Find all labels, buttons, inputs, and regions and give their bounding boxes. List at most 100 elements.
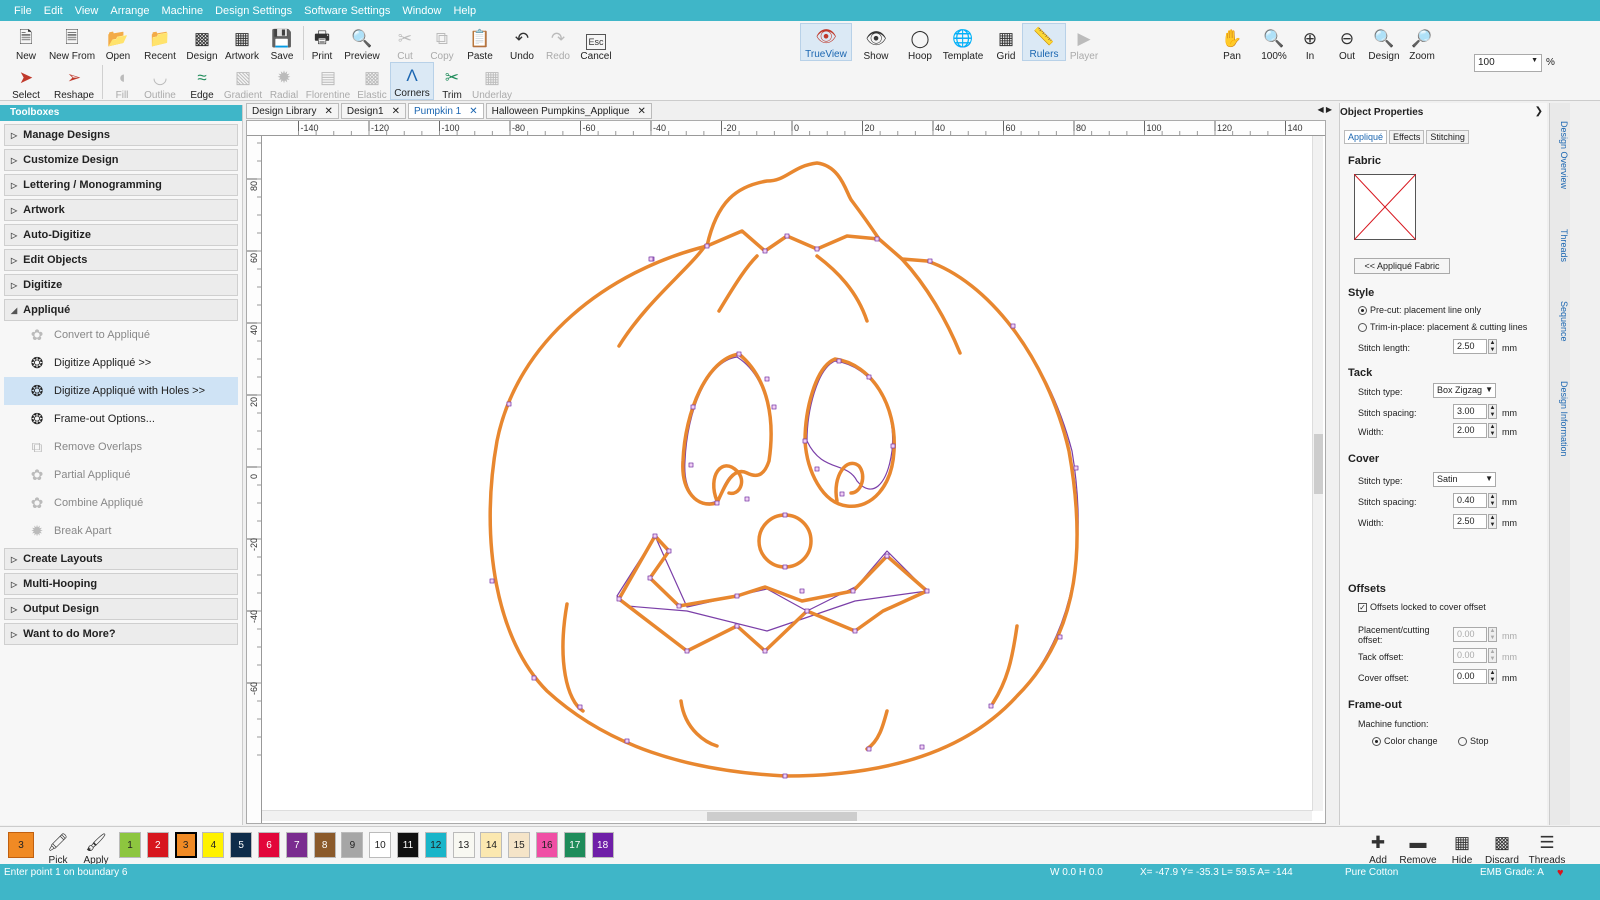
color-swatch-17[interactable]: 17 xyxy=(563,832,586,858)
side-tab-design-information[interactable]: Design Information xyxy=(1552,367,1569,457)
toolbox-applique[interactable]: ◢ Appliqué xyxy=(4,299,238,321)
color-swatch-3[interactable]: 3 xyxy=(174,832,197,858)
convert-to-applique-item[interactable]: ✿ Convert to Appliqué xyxy=(4,321,238,349)
combine-applique-item[interactable]: ✿ Combine Appliqué xyxy=(4,489,238,517)
save-button[interactable]: 💾 Save xyxy=(260,24,304,62)
tack-stitch-type-select[interactable]: Box Zigzag ▼ xyxy=(1433,383,1496,398)
tab-stitching[interactable]: Stitching xyxy=(1426,130,1469,144)
corners-button[interactable]: Λ Corners xyxy=(390,62,434,100)
underlay-button[interactable]: ▦ Underlay xyxy=(470,63,514,101)
color-swatch-5[interactable]: 5 xyxy=(230,832,253,858)
fabric-preview[interactable] xyxy=(1354,174,1416,240)
show-button[interactable]: 👁 Show xyxy=(854,24,898,62)
close-icon[interactable]: ✕ xyxy=(469,106,477,117)
color-swatch-10[interactable]: 10 xyxy=(369,832,392,858)
color-swatch-12[interactable]: 12 xyxy=(424,832,447,858)
digitize-applique-item[interactable]: ❂ Digitize Appliqué >> xyxy=(4,349,238,377)
toolbox-multi-hooping[interactable]: ▷ Multi-Hooping xyxy=(4,573,238,595)
remove-thread-button[interactable]: ▬ Remove xyxy=(1396,828,1440,866)
cover-offset-spinner[interactable]: ▲ ▼ xyxy=(1488,669,1497,684)
cover-spacing-spinner[interactable]: ▲ ▼ xyxy=(1488,493,1497,508)
cancel-button[interactable]: Esc Cancel xyxy=(574,24,618,62)
cover-stitch-type-select[interactable]: Satin ▼ xyxy=(1433,472,1496,487)
close-icon[interactable]: ✕ xyxy=(637,106,645,117)
color-swatch-13[interactable]: 13 xyxy=(452,832,475,858)
menu-window[interactable]: Window xyxy=(402,5,441,17)
cover-width-spinner[interactable]: ▲ ▼ xyxy=(1488,514,1497,529)
tab-scroll-arrows[interactable]: ◀ ▶ xyxy=(1317,105,1332,114)
remove-overlaps-item[interactable]: ⧉ Remove Overlaps xyxy=(4,433,238,461)
discard-button[interactable]: ▩ Discard xyxy=(1480,828,1524,866)
preview-button[interactable]: 🔍 Preview xyxy=(340,24,384,62)
new-from-button[interactable]: 🗏 New From xyxy=(48,24,96,63)
player-button[interactable]: ▶ Player xyxy=(1062,24,1106,62)
tack-offset-spinner[interactable]: ▲ ▼ xyxy=(1488,648,1497,663)
recent-button[interactable]: 📁 Recent xyxy=(138,24,182,62)
menu-design-settings[interactable]: Design Settings xyxy=(215,5,292,17)
color-swatch-7[interactable]: 7 xyxy=(285,832,308,858)
reshape-button[interactable]: ➢ Reshape xyxy=(50,63,98,101)
collapse-panel-icon[interactable]: ❯ xyxy=(1535,106,1543,117)
placement-offset-spinner[interactable]: ▲ ▼ xyxy=(1488,627,1497,642)
stitch-length-spinner[interactable]: ▲ ▼ xyxy=(1488,339,1497,354)
zoom-button[interactable]: 🔎 Zoom xyxy=(1400,24,1444,62)
placement-offset-input[interactable]: 0.00 xyxy=(1453,627,1487,642)
menu-machine[interactable]: Machine xyxy=(162,5,204,17)
print-button[interactable]: 🖶 Print xyxy=(300,24,344,63)
template-button[interactable]: 🌐 Template xyxy=(938,24,988,62)
toolbox-edit-objects[interactable]: ▷ Edit Objects xyxy=(4,249,238,271)
digitize-applique-holes-item[interactable]: ❂ Digitize Appliqué with Holes >> xyxy=(4,377,238,405)
trim-button[interactable]: ✂ Trim xyxy=(430,63,474,101)
color-swatch-14[interactable]: 14 xyxy=(480,832,503,858)
tack-spacing-spinner[interactable]: ▲ ▼ xyxy=(1488,404,1497,419)
side-tab-design-overview[interactable]: Design Overview xyxy=(1552,107,1569,189)
new-button[interactable]: 🗎 New xyxy=(4,24,48,63)
stop-radio[interactable]: Stop xyxy=(1458,736,1489,747)
tack-width-spinner[interactable]: ▲ ▼ xyxy=(1488,423,1497,438)
applique-fabric-button[interactable]: << Appliqué Fabric xyxy=(1354,258,1450,274)
gradient-button[interactable]: ▧ Gradient xyxy=(220,63,266,101)
menu-edit[interactable]: Edit xyxy=(44,5,63,17)
open-button[interactable]: 📂 Open xyxy=(96,24,140,62)
tab-applique[interactable]: Appliqué xyxy=(1344,130,1388,144)
toolbox-output-design[interactable]: ▷ Output Design xyxy=(4,598,238,620)
color-swatch-1[interactable]: 1 xyxy=(119,832,141,858)
menu-arrange[interactable]: Arrange xyxy=(110,5,149,17)
apply-button[interactable]: 🖌 Apply xyxy=(74,828,118,866)
tab-design-library[interactable]: Design Library ✕ xyxy=(246,103,339,119)
hide-button[interactable]: ▦ Hide xyxy=(1440,828,1484,866)
color-swatch-4[interactable]: 4 xyxy=(202,832,225,858)
add-thread-button[interactable]: ✚ Add xyxy=(1356,828,1400,866)
style-precut-radio[interactable]: Pre-cut: placement line only xyxy=(1358,305,1481,316)
toolbox-auto-digitize[interactable]: ▷ Auto-Digitize xyxy=(4,224,238,246)
artwork-button[interactable]: ▦ Artwork xyxy=(220,24,264,62)
edge-button[interactable]: ≈ Edge xyxy=(180,63,224,101)
cover-width-input[interactable]: 2.50 xyxy=(1453,514,1487,529)
color-swatch-16[interactable]: 16 xyxy=(536,832,558,858)
frame-out-options-item[interactable]: ❂ Frame-out Options... xyxy=(4,405,238,433)
style-trim-radio[interactable]: Trim-in-place: placement & cutting lines xyxy=(1358,322,1527,333)
tack-spacing-input[interactable]: 3.00 xyxy=(1453,404,1487,419)
partial-applique-item[interactable]: ✿ Partial Appliqué xyxy=(4,461,238,489)
toolbox-want-to-do-more[interactable]: ▷ Want to do More? xyxy=(4,623,238,645)
tack-width-input[interactable]: 2.00 xyxy=(1453,423,1487,438)
toolbox-manage-designs[interactable]: ▷ Manage Designs xyxy=(4,124,238,146)
color-swatch-8[interactable]: 8 xyxy=(313,832,336,858)
color-swatch-11[interactable]: 11 xyxy=(397,832,419,858)
control-points[interactable] xyxy=(489,233,1079,779)
cover-spacing-input[interactable]: 0.40 xyxy=(1453,493,1487,508)
threads-button[interactable]: ☰ Threads xyxy=(1525,828,1569,866)
tab-design1[interactable]: Design1 ✕ xyxy=(340,103,406,119)
toolbox-customize-design[interactable]: ▷ Customize Design xyxy=(4,149,238,171)
elastic-button[interactable]: ▩ Elastic xyxy=(350,63,394,101)
toolbox-create-layouts[interactable]: ▷ Create Layouts xyxy=(4,548,238,570)
tack-offset-input[interactable]: 0.00 xyxy=(1453,648,1487,663)
offsets-locked-checkbox[interactable]: ✓ Offsets locked to cover offset xyxy=(1358,602,1486,613)
radial-button[interactable]: ✹ Radial xyxy=(262,63,306,101)
toolbox-lettering-monogramming[interactable]: ▷ Lettering / Monogramming xyxy=(4,174,238,196)
close-icon[interactable]: ✕ xyxy=(324,106,332,117)
menu-software-settings[interactable]: Software Settings xyxy=(304,5,390,17)
color-swatch-15[interactable]: 15 xyxy=(508,832,531,858)
select-button[interactable]: ➤ Select xyxy=(4,63,48,101)
florentine-button[interactable]: ▤ Florentine xyxy=(304,63,352,101)
